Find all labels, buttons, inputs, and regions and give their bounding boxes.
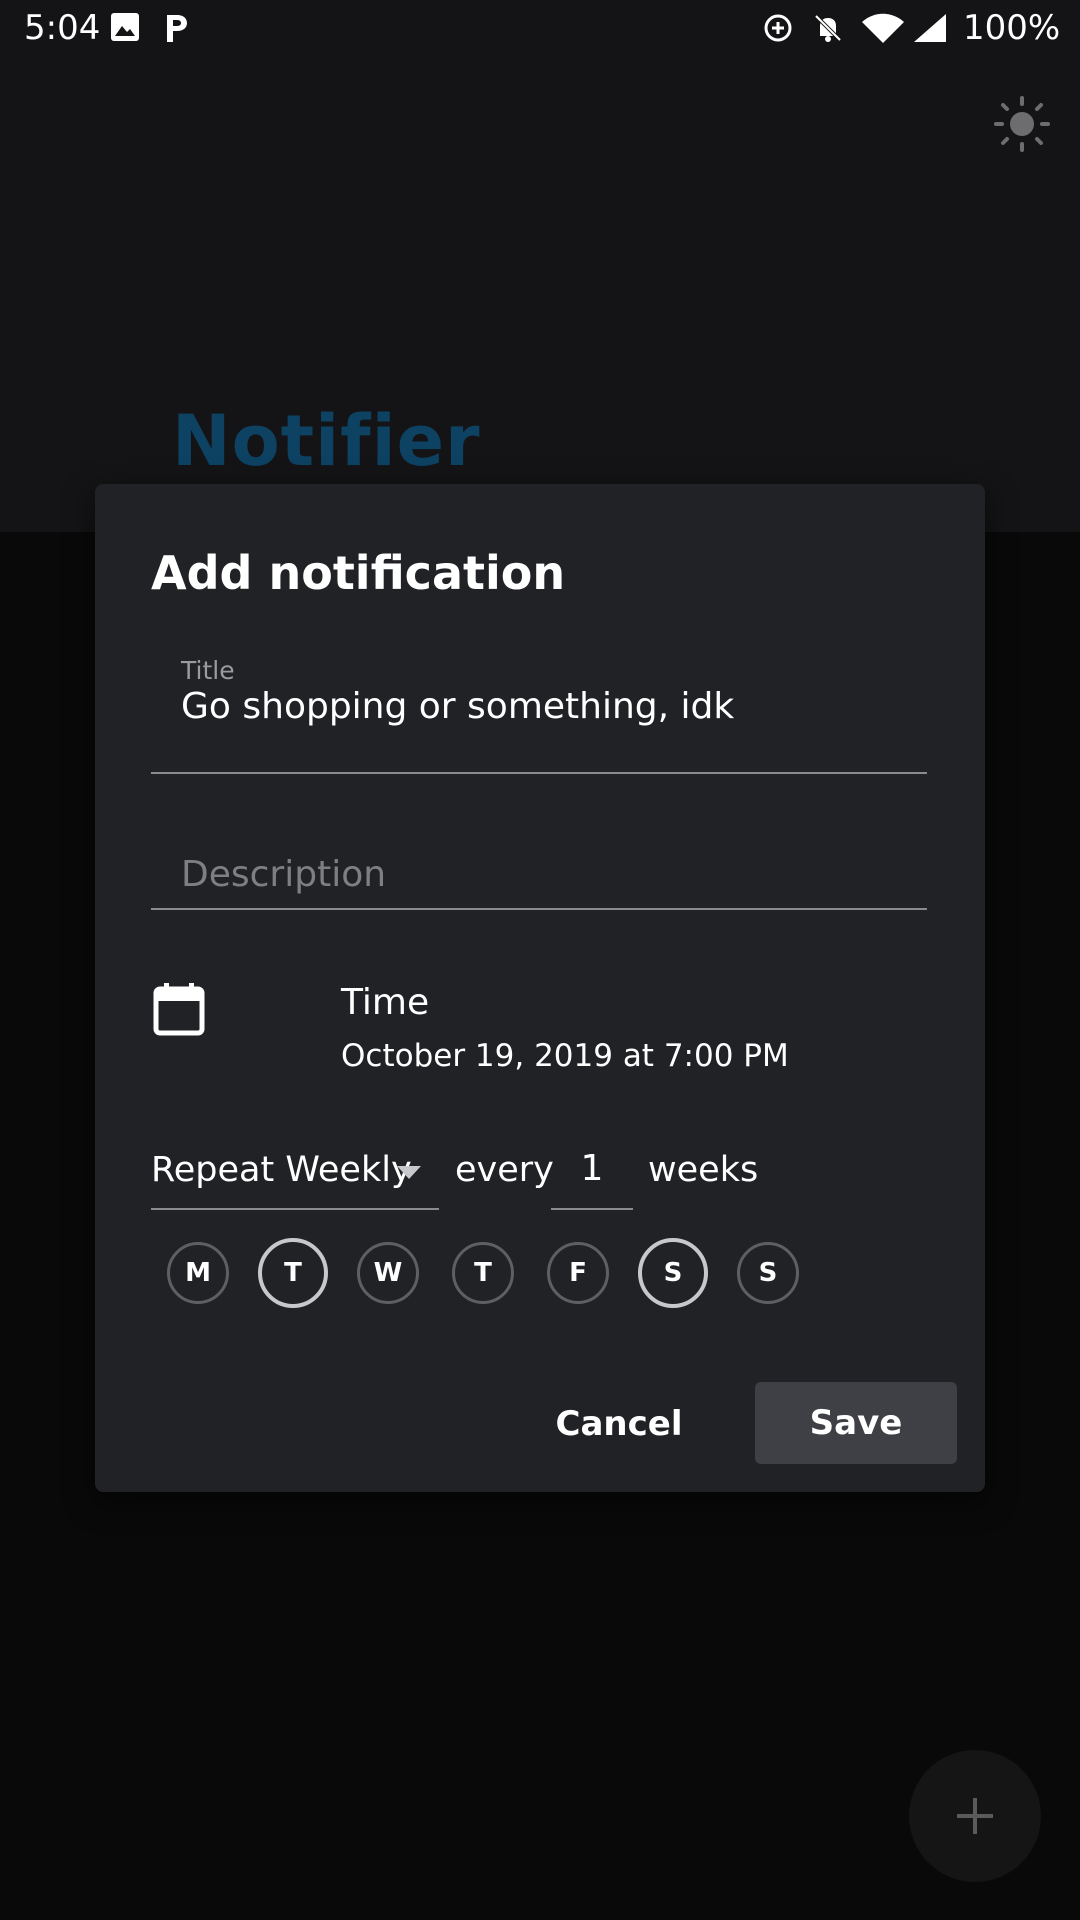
weekday-selector: M T W T F S S <box>167 1238 867 1312</box>
app-title: Notifier <box>172 400 481 482</box>
p-app-icon <box>167 15 187 42</box>
add-notification-fab[interactable] <box>909 1750 1041 1882</box>
day-toggle-saturday[interactable]: S <box>638 1238 708 1308</box>
day-toggle-tuesday[interactable]: T <box>258 1238 328 1308</box>
day-toggle-wednesday[interactable]: W <box>357 1242 419 1304</box>
weeks-label: weeks <box>648 1150 759 1190</box>
title-field-value[interactable]: Go shopping or something, idk <box>181 686 734 727</box>
description-field[interactable]: Description <box>151 802 927 910</box>
repeat-interval-input[interactable]: 1 <box>551 1144 633 1210</box>
brightness-icon[interactable] <box>994 96 1050 152</box>
time-label: Time <box>341 982 430 1023</box>
time-picker-row[interactable]: Time October 19, 2019 at 7:00 PM <box>151 982 927 1092</box>
cancel-button[interactable]: Cancel <box>545 1394 693 1454</box>
day-toggle-thursday[interactable]: T <box>452 1242 514 1304</box>
app-header: Notifier <box>0 0 1080 532</box>
chevron-down-icon <box>397 1166 421 1179</box>
status-bar: 5:04 100% <box>0 0 1080 56</box>
battery-percentage: 100% <box>963 8 1061 48</box>
repeat-dropdown[interactable]: Repeat Weekly <box>151 1144 439 1210</box>
image-icon <box>111 13 139 41</box>
title-field[interactable]: Title Go shopping or something, idk <box>151 656 927 774</box>
plus-icon <box>957 1798 993 1834</box>
wifi-icon <box>862 13 904 43</box>
repeat-interval-value[interactable]: 1 <box>551 1148 633 1189</box>
save-button[interactable]: Save <box>755 1382 957 1464</box>
dialog-title: Add notification <box>151 546 566 600</box>
day-toggle-sunday[interactable]: S <box>737 1242 799 1304</box>
repeat-selected-value: Repeat Weekly <box>151 1150 412 1190</box>
signal-icon <box>914 14 946 42</box>
bell-off-icon <box>814 14 842 42</box>
title-field-label: Title <box>181 656 235 685</box>
description-placeholder[interactable]: Description <box>181 854 386 895</box>
calendar-icon <box>153 983 205 1036</box>
every-label: every <box>455 1150 554 1190</box>
add-notification-dialog: Add notification Title Go shopping or so… <box>95 484 985 1492</box>
data-saver-icon <box>764 14 792 42</box>
day-toggle-friday[interactable]: F <box>547 1242 609 1304</box>
day-toggle-monday[interactable]: M <box>167 1242 229 1304</box>
time-value: October 19, 2019 at 7:00 PM <box>341 1038 789 1074</box>
status-time: 5:04 <box>24 8 101 48</box>
